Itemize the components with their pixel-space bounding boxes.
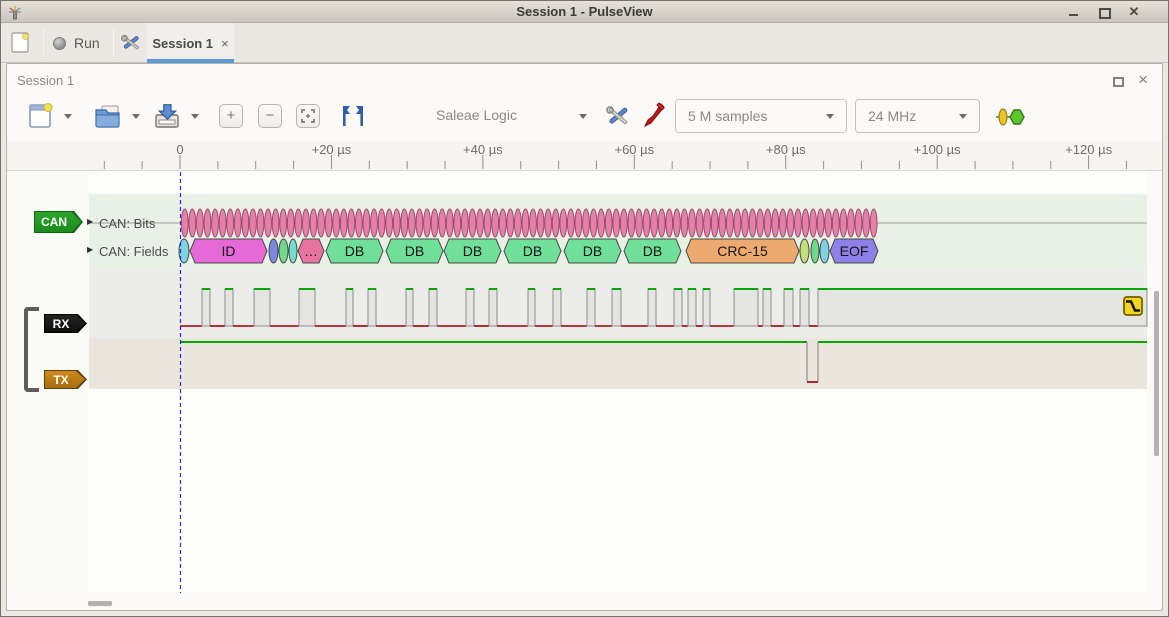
sample-count-combobox[interactable]: 5 M samples [675, 99, 847, 133]
rx-tag-label: RX [44, 314, 78, 333]
channel-group-bracket[interactable] [24, 307, 39, 392]
new-view-icon[interactable] [29, 103, 53, 129]
tx-channel-tag[interactable]: TX [44, 370, 87, 389]
configure-device-icon[interactable] [605, 103, 631, 129]
pulseview-window: Session 1 - PulseView ✕ Run Session 1 × [0, 0, 1169, 617]
falling-edge-icon [1125, 298, 1141, 314]
open-file-icon[interactable] [94, 104, 122, 128]
open-file-dropdown-arrow[interactable] [132, 114, 140, 119]
sample-count-arrow [826, 114, 834, 119]
horizontal-scrollbar[interactable] [88, 601, 112, 606]
tab-close-icon[interactable]: × [221, 36, 229, 51]
device-dropdown-arrow[interactable] [579, 114, 587, 119]
toolbar-separator [43, 29, 44, 57]
time-ruler[interactable] [7, 141, 1162, 171]
close-button[interactable]: ✕ [1128, 6, 1140, 18]
zoom-fit-button[interactable] [296, 104, 320, 128]
save-dropdown-arrow[interactable] [191, 114, 199, 119]
main-toolbar: Run Session 1 × [1, 23, 1168, 63]
tx-trace-band[interactable] [89, 338, 1147, 389]
decoder-trace-band[interactable] [89, 194, 1147, 269]
session-subwindow-title: Session 1 [17, 73, 74, 88]
settings-tools-icon[interactable] [120, 32, 142, 54]
can-fields-expander-icon[interactable]: ▶ [87, 245, 93, 254]
sample-count-value: 5 M samples [688, 108, 767, 124]
title-bar[interactable]: Session 1 - PulseView ✕ [1, 1, 1168, 23]
tx-tag-label: TX [44, 370, 78, 389]
can-bits-expander-icon[interactable]: ▶ [87, 217, 93, 226]
zoom-fit-icon [301, 109, 315, 123]
run-led-icon [53, 37, 66, 50]
can-fields-row-label: CAN: Fields [99, 244, 168, 259]
can-tag-label: CAN [34, 211, 74, 233]
run-label: Run [74, 35, 100, 51]
window-title: Session 1 - PulseView [1, 4, 1168, 19]
sample-rate-value: 24 MHz [868, 108, 916, 124]
maximize-button[interactable] [1098, 6, 1110, 18]
show-cursors-icon[interactable] [339, 105, 367, 127]
zoom-in-button[interactable]: + [219, 104, 243, 128]
new-session-icon[interactable] [11, 32, 31, 54]
sample-rate-arrow [959, 114, 967, 119]
falling-edge-trigger-marker[interactable] [1123, 296, 1143, 316]
add-decoder-icon[interactable] [995, 107, 1025, 127]
device-selector[interactable]: Saleae Logic [436, 107, 517, 123]
can-decoder-tag[interactable]: CAN [34, 211, 83, 233]
sample-rate-combobox[interactable]: 24 MHz [855, 99, 980, 133]
minimize-button[interactable] [1068, 6, 1080, 18]
session-maximize-icon[interactable] [1113, 77, 1124, 87]
save-icon[interactable] [153, 103, 181, 129]
zoom-out-button[interactable]: − [258, 104, 282, 128]
can-bits-row-label: CAN: Bits [99, 216, 155, 231]
tab-session-1[interactable]: Session 1 × [147, 23, 234, 63]
rx-trace-band[interactable] [89, 269, 1147, 338]
channels-probe-icon[interactable] [641, 102, 665, 128]
toolbar-separator [113, 29, 114, 57]
run-button[interactable]: Run [53, 28, 100, 58]
tab-label: Session 1 [152, 36, 213, 51]
new-view-dropdown-arrow[interactable] [64, 114, 72, 119]
session-close-icon[interactable]: × [1138, 74, 1148, 86]
vertical-scrollbar[interactable] [1154, 291, 1159, 456]
rx-channel-tag[interactable]: RX [44, 314, 87, 333]
